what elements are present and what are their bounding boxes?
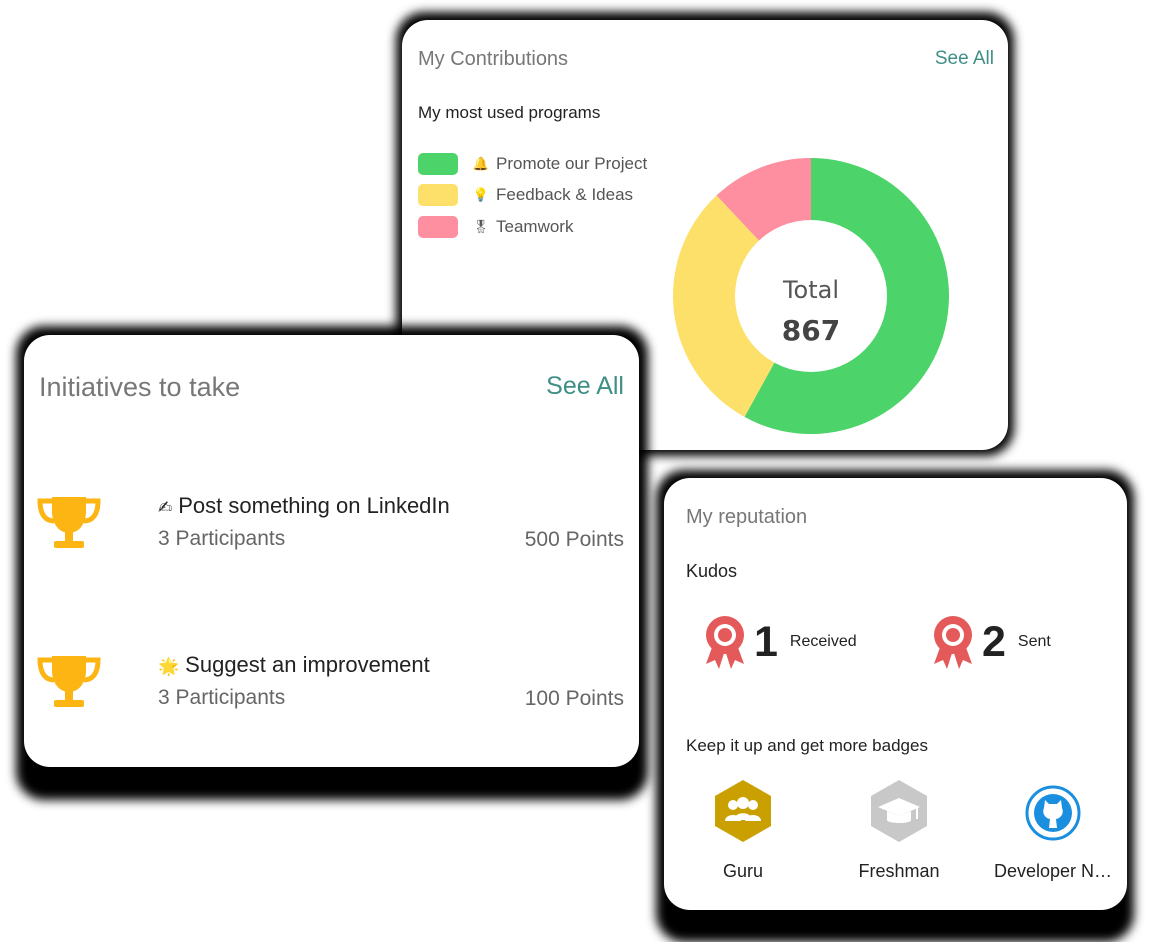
award-ribbon-icon xyxy=(706,616,744,669)
legend-swatch xyxy=(418,184,458,207)
legend-label: Teamwork xyxy=(496,216,574,236)
badge-guru[interactable]: Guru xyxy=(668,778,818,882)
kudos-sent-label: Sent xyxy=(1017,633,1051,650)
legend-item-promote[interactable]: 🔔 Promote our Project xyxy=(418,148,647,180)
initiative-participants: 3 Participants xyxy=(158,686,286,709)
badge-name: Guru xyxy=(722,861,764,881)
initiative-points: 100 Points xyxy=(524,687,624,710)
badge-name: Developer N… xyxy=(993,861,1113,881)
badge-freshman[interactable]: Freshman xyxy=(824,778,974,882)
trophy-icon xyxy=(37,656,101,707)
donut-center-label: Total xyxy=(782,276,839,304)
initiative-points: 500 Points xyxy=(524,528,624,551)
initiatives-title: Initiatives to take xyxy=(39,372,241,402)
most-used-programs-heading: My most used programs xyxy=(418,103,601,122)
initiative-title: 🌟 Suggest an improvement xyxy=(158,652,430,678)
writing-hand-icon: ✍ xyxy=(158,498,173,517)
initiative-title: ✍ Post something on LinkedIn xyxy=(158,493,450,519)
glowing-star-icon: 🌟 xyxy=(158,657,180,676)
initiative-item[interactable]: ✍ Post something on LinkedIn 3 Participan… xyxy=(24,493,639,583)
legend-label: Feedback & Ideas xyxy=(496,185,634,205)
reputation-title: My reputation xyxy=(686,506,808,528)
legend-item-feedback[interactable]: 💡 Feedback & Ideas xyxy=(418,180,647,212)
donut-center-value: 867 xyxy=(782,314,840,347)
initiative-title-text: Suggest an improvement xyxy=(185,652,430,677)
contributions-donut-chart: Total 867 xyxy=(673,158,949,434)
legend-swatch xyxy=(418,152,458,175)
kudos-received[interactable]: 1 Received xyxy=(704,614,857,670)
guru-badge-icon xyxy=(715,780,771,842)
kudos-heading: Kudos xyxy=(686,561,738,581)
chart-legend: 🔔 Promote our Project 💡 Feedback & Ideas… xyxy=(418,148,647,243)
contributions-title: My Contributions xyxy=(418,48,569,70)
trophy-icon xyxy=(37,497,101,548)
badges-heading: Keep it up and get more badges xyxy=(686,736,928,755)
legend-item-teamwork[interactable]: 🎖 Teamwork xyxy=(418,211,647,243)
legend-label: Promote our Project xyxy=(496,153,648,173)
badge-name: Freshman xyxy=(858,861,940,881)
initiative-item[interactable]: 🌟 Suggest an improvement 3 Participants 1… xyxy=(24,652,639,742)
initiative-title-text: Post something on LinkedIn xyxy=(178,493,450,518)
kudos-received-count: 1 xyxy=(754,617,778,666)
lightbulb-icon: 💡 xyxy=(472,187,490,203)
legend-swatch xyxy=(418,215,458,238)
github-icon xyxy=(1025,785,1081,841)
medal-icon: 🎖 xyxy=(472,218,490,234)
initiatives-card: Initiatives to take See All ✍ Post someth… xyxy=(24,335,639,767)
bell-icon: 🔔 xyxy=(472,155,490,171)
badge-developer[interactable]: Developer N… xyxy=(980,778,1126,882)
reputation-card: My reputation Kudos 1 Received 2 Sent Ke… xyxy=(664,478,1127,910)
graduation-cap-icon xyxy=(871,780,927,842)
initiative-participants: 3 Participants xyxy=(158,527,286,550)
kudos-sent[interactable]: 2 Sent xyxy=(932,614,1051,670)
kudos-received-label: Received xyxy=(789,633,857,650)
contributions-see-all-link[interactable]: See All xyxy=(935,48,994,70)
kudos-sent-count: 2 xyxy=(982,617,1006,666)
award-ribbon-icon xyxy=(934,616,972,669)
initiatives-see-all-link[interactable]: See All xyxy=(546,372,624,401)
